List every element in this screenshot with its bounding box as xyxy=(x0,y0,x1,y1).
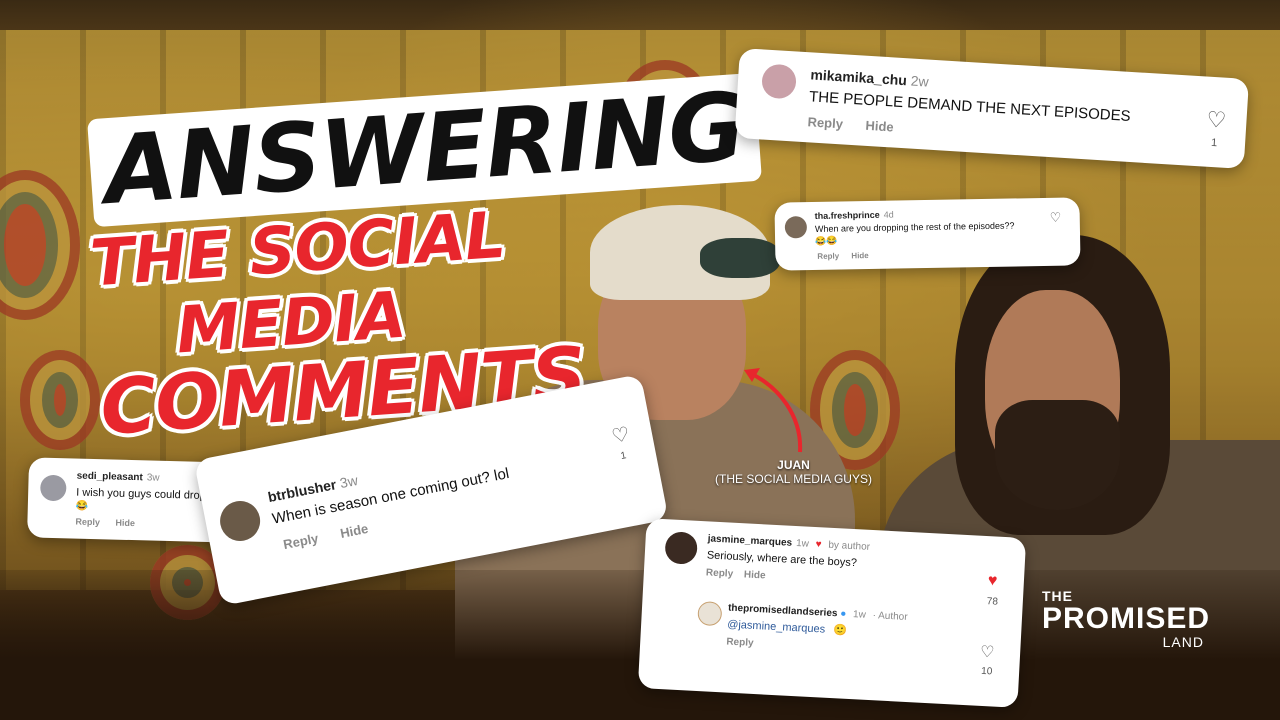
reply-button[interactable]: Reply xyxy=(75,517,100,528)
reply-button[interactable]: Reply xyxy=(706,567,734,579)
avatar xyxy=(664,531,699,565)
comment-text: THE PEOPLE DEMAND THE NEXT EPISODES xyxy=(808,88,1132,125)
liked-by-author: by author xyxy=(828,539,871,553)
reply-button[interactable]: Reply xyxy=(807,114,843,131)
comment-age: 4d xyxy=(883,209,894,220)
actor-beard xyxy=(995,400,1120,510)
like-count: 78 xyxy=(986,596,999,608)
comment-text: When are you dropping the rest of the ep… xyxy=(814,220,1015,234)
reply-button[interactable]: Reply xyxy=(726,637,754,649)
hide-button[interactable]: Hide xyxy=(851,251,868,260)
comment-card: jasmine_marques 1w ♥ by author Seriously,… xyxy=(637,518,1027,708)
avatar xyxy=(216,497,264,545)
heart-icon[interactable]: ♡ xyxy=(610,421,632,449)
like-count: 1 xyxy=(1210,136,1218,150)
pointer-arrow xyxy=(744,368,803,453)
comment-username[interactable]: tha.freshprince 4d xyxy=(815,210,894,221)
comment-age: 1w xyxy=(795,538,810,550)
comment-text: Seriously, where are the boys? xyxy=(706,549,858,570)
avatar xyxy=(761,63,798,100)
thumbnail-title: ANSWERING THE SOCIAL MEDIA COMMENTS xyxy=(87,73,763,452)
avatar xyxy=(39,474,67,502)
hide-button[interactable]: Hide xyxy=(115,518,135,529)
comment-username[interactable]: sedi_pleasant 3w xyxy=(76,471,159,484)
juan-cap-brim xyxy=(700,238,780,278)
comment-emoji: 😂😂 xyxy=(815,235,838,246)
comment-age: 3w xyxy=(146,472,160,484)
hide-button[interactable]: Hide xyxy=(339,521,370,541)
comment-emoji: 😂 xyxy=(75,500,89,512)
avatar xyxy=(697,600,723,627)
reply-age: 1w xyxy=(852,609,867,621)
promised-land-logo: THE PROMISED LAND xyxy=(1042,588,1210,650)
logo-promised: PROMISED xyxy=(1042,602,1211,635)
comment-username[interactable]: mikamika_chu 2w xyxy=(810,66,929,89)
juan-name: JUAN xyxy=(777,458,810,472)
juan-group: (THE SOCIAL MEDIA GUYS) xyxy=(715,472,872,486)
curtain-medallion xyxy=(20,350,100,450)
juan-label: JUAN (THE SOCIAL MEDIA GUYS) xyxy=(706,458,881,486)
comment-card: tha.freshprince 4d When are you dropping … xyxy=(774,197,1081,271)
comment-age: 2w xyxy=(910,72,930,90)
reply-emoji: 🙂 xyxy=(832,624,848,637)
reply-button[interactable]: Reply xyxy=(282,531,320,552)
like-count: 10 xyxy=(980,665,993,678)
reply-mention[interactable]: @jasmine_marques xyxy=(727,619,825,636)
reply-button[interactable]: Reply xyxy=(817,252,839,261)
heart-icon[interactable]: ♡ xyxy=(1206,107,1227,134)
comment-age: 3w xyxy=(338,471,360,492)
hide-button[interactable]: Hide xyxy=(865,118,894,135)
heart-icon[interactable]: ♡ xyxy=(1050,210,1062,226)
logo-land: LAND xyxy=(1162,634,1204,650)
author-tag: · Author xyxy=(872,610,908,623)
heart-icon[interactable]: ♡ xyxy=(980,642,995,663)
heart-filled-icon[interactable]: ♥ xyxy=(987,572,997,590)
heart-filled-icon: ♥ xyxy=(815,539,822,551)
like-count: 1 xyxy=(619,450,628,463)
avatar xyxy=(784,216,808,239)
verified-icon: ● xyxy=(839,608,847,620)
hide-button[interactable]: Hide xyxy=(744,569,766,581)
